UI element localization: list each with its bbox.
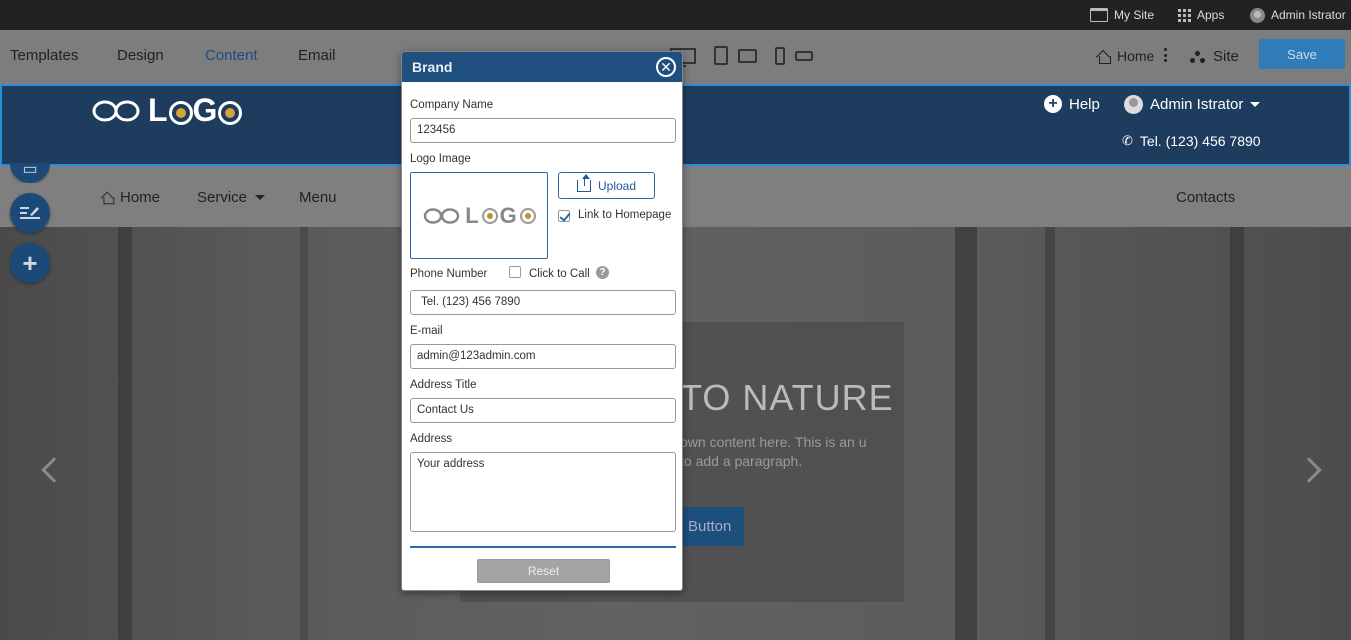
phone-number-input[interactable]: Tel. (123) 456 7890 <box>410 290 676 315</box>
infinity-logo-icon <box>423 207 460 224</box>
sitemap-icon <box>1190 50 1206 63</box>
save-button[interactable]: Save <box>1259 39 1345 69</box>
logo-o-icon <box>519 207 536 224</box>
logo-o-icon <box>481 207 498 224</box>
tree-decoration <box>955 227 977 640</box>
upload-button[interactable]: Upload <box>558 172 655 199</box>
phone-icon: ✆ <box>1122 133 1133 148</box>
apps-link[interactable]: Apps <box>1178 0 1224 30</box>
phone-portrait-icon[interactable] <box>775 46 785 65</box>
infinity-logo-icon <box>92 100 140 121</box>
modal-divider <box>410 546 676 548</box>
browser-window-icon <box>1090 8 1108 22</box>
link-homepage-label: Link to Homepage <box>578 209 672 221</box>
nav-menu[interactable]: Menu <box>299 189 337 206</box>
chevron-left-icon[interactable] <box>41 457 67 483</box>
logo-image-label: Logo Image <box>410 153 471 165</box>
link-homepage-checkbox[interactable] <box>558 210 570 222</box>
email-input[interactable]: admin@123admin.com <box>410 344 676 369</box>
tree-decoration <box>1230 227 1244 640</box>
tab-design[interactable]: Design <box>117 47 164 64</box>
address-title-label: Address Title <box>410 379 477 391</box>
hero-paragraph: own content here. This is an u to add a … <box>680 434 867 469</box>
chevron-right-icon[interactable] <box>1296 457 1322 483</box>
modal-header[interactable]: Brand ✕ <box>402 52 682 82</box>
brand-modal: Brand ✕ Company Name 123456 Logo Image L… <box>401 51 683 591</box>
tab-content[interactable]: Content <box>205 47 258 64</box>
site-logo[interactable]: LG <box>90 92 243 129</box>
logo-image-preview[interactable]: LG <box>410 172 548 259</box>
tree-decoration <box>1045 227 1055 640</box>
kebab-menu-icon[interactable] <box>1164 48 1168 62</box>
modal-title: Brand <box>412 59 453 75</box>
edit-tool-button[interactable] <box>10 193 50 233</box>
hero-title: TO NATURE <box>680 377 894 418</box>
tab-email[interactable]: Email <box>298 47 336 64</box>
user-avatar-icon <box>1124 95 1143 114</box>
layout-icon: ▭ <box>22 161 38 178</box>
user-avatar-icon <box>1250 7 1265 23</box>
nav-service[interactable]: Service <box>197 189 266 206</box>
phone-number-label: Phone Number <box>410 268 488 280</box>
hero-button[interactable]: Button <box>680 507 744 546</box>
caret-down-icon <box>255 195 266 200</box>
header-phone: ✆ Tel. (123) 456 7890 <box>1122 133 1261 149</box>
apps-grid-icon <box>1178 8 1191 22</box>
user-menu[interactable]: Admin Istrator <box>1250 0 1346 30</box>
logo-o-icon <box>168 100 193 125</box>
nav-contacts[interactable]: Contacts <box>1176 189 1235 206</box>
address-textarea[interactable]: Your address <box>410 452 676 532</box>
tab-templates[interactable]: Templates <box>10 47 78 64</box>
home-page-selector[interactable]: Home <box>1097 48 1154 64</box>
tablet-portrait-icon[interactable] <box>714 46 728 65</box>
logo-o-icon <box>218 100 243 125</box>
tablet-landscape-icon[interactable] <box>738 48 757 63</box>
site-settings[interactable]: Site <box>1190 48 1239 65</box>
header-user-menu[interactable]: Admin Istrator <box>1124 95 1261 114</box>
upload-icon <box>576 173 591 192</box>
help-question-icon[interactable]: ? <box>596 266 609 279</box>
help-link[interactable]: + Help <box>1044 95 1100 113</box>
caret-down-icon <box>1250 102 1261 107</box>
edit-lines-icon <box>20 207 40 219</box>
plus-icon: + <box>22 248 38 278</box>
address-label: Address <box>410 433 453 445</box>
plus-circle-icon: + <box>1044 95 1062 113</box>
device-preview-group <box>670 46 813 67</box>
nav-home[interactable]: Home <box>101 189 160 206</box>
reset-button[interactable]: Reset <box>477 559 610 583</box>
tree-decoration <box>300 227 308 640</box>
email-label: E-mail <box>410 325 443 337</box>
add-element-button[interactable]: + <box>10 243 50 283</box>
click-to-call-checkbox[interactable] <box>509 266 521 278</box>
address-title-input[interactable]: Contact Us <box>410 398 676 423</box>
company-name-input[interactable]: 123456 <box>410 118 676 143</box>
phone-landscape-icon[interactable] <box>795 50 813 61</box>
company-name-label: Company Name <box>410 99 494 111</box>
my-site-link[interactable]: My Site <box>1090 0 1154 30</box>
click-to-call-label: Click to Call <box>529 268 590 280</box>
home-icon <box>1097 50 1111 64</box>
tree-decoration <box>118 227 132 640</box>
top-admin-bar: My Site Apps Admin Istrator <box>0 0 1351 30</box>
home-icon <box>102 192 115 205</box>
close-icon[interactable]: ✕ <box>656 57 676 77</box>
